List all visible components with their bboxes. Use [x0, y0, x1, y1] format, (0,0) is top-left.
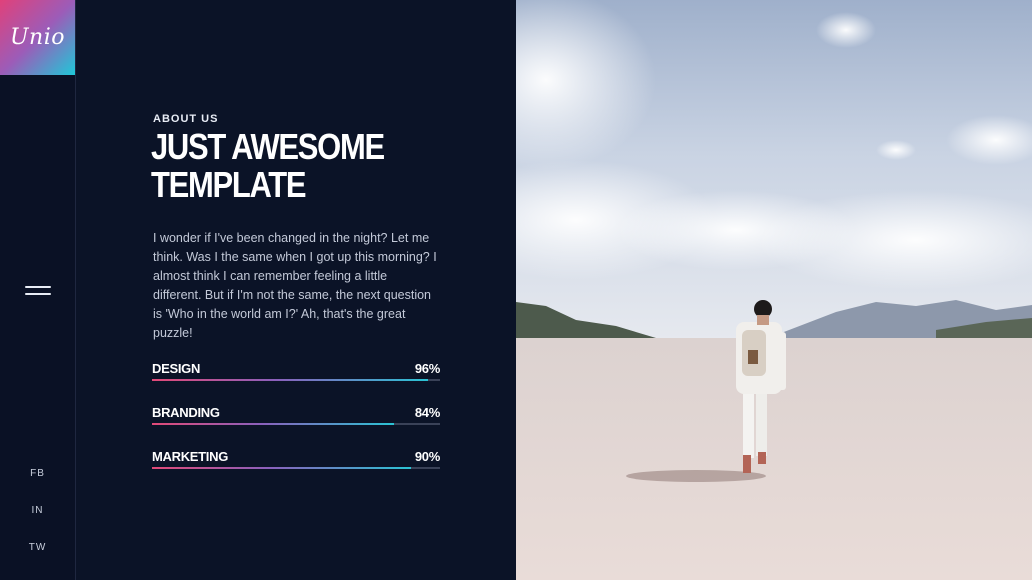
- title-line-2: TEMPLATE: [151, 164, 307, 205]
- skill-bar-marketing: MARKETING 90%: [152, 446, 440, 469]
- skill-name: MARKETING: [152, 449, 229, 464]
- logo-text: Unio: [10, 25, 65, 50]
- skill-percent: 84%: [414, 405, 440, 420]
- hero-photo: [516, 0, 1032, 580]
- sidebar: Unio FB IN TW: [0, 0, 76, 580]
- skill-fill: [152, 423, 394, 425]
- title-line-1: JUST AWESOME: [151, 126, 385, 167]
- skill-percent: 90%: [414, 449, 440, 464]
- skill-percent: 96%: [414, 361, 440, 376]
- logo[interactable]: Unio: [0, 0, 75, 75]
- social-link-twitter[interactable]: TW: [0, 542, 75, 553]
- beach-photo-illustration: [516, 0, 1032, 580]
- skill-track: [152, 423, 440, 425]
- skill-fill: [152, 467, 412, 469]
- skill-track: [152, 379, 440, 381]
- skill-name: DESIGN: [152, 361, 201, 376]
- skill-track: [152, 467, 440, 469]
- hamburger-icon[interactable]: [25, 284, 51, 298]
- page-title: JUST AWESOME TEMPLATE: [151, 128, 409, 204]
- social-link-in-label[interactable]: IN: [32, 505, 44, 516]
- about-section: ABOUT US JUST AWESOME TEMPLATE I wonder …: [76, 0, 516, 580]
- skill-bar-design: DESIGN 96%: [152, 358, 440, 381]
- social-link-tw-label[interactable]: TW: [29, 542, 47, 553]
- skill-fill: [152, 379, 429, 381]
- skill-bar-branding: BRANDING 84%: [152, 402, 440, 425]
- skill-name: BRANDING: [152, 405, 220, 420]
- social-link-facebook[interactable]: FB: [0, 468, 75, 479]
- social-link-linkedin[interactable]: IN: [0, 505, 75, 516]
- social-link-fb-label[interactable]: FB: [30, 468, 45, 479]
- section-eyebrow: ABOUT US: [153, 113, 219, 125]
- about-paragraph: I wonder if I've been changed in the nig…: [153, 231, 437, 340]
